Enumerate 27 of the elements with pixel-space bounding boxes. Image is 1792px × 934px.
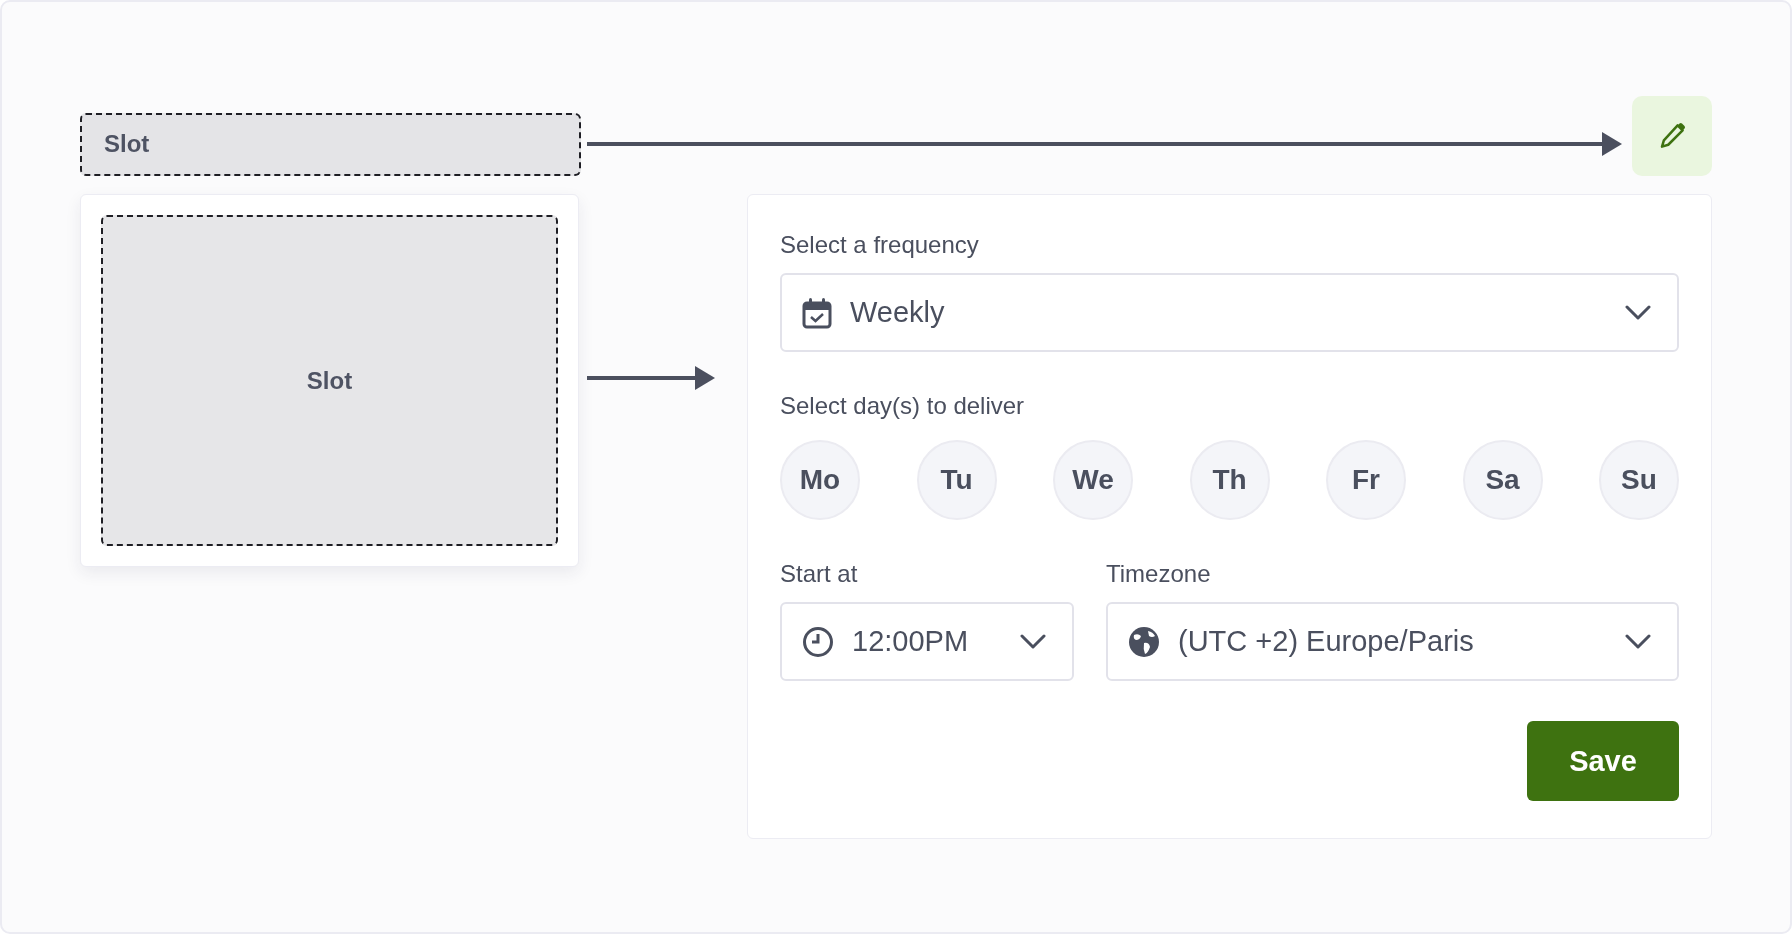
day-toggle[interactable]: Mo bbox=[780, 440, 860, 520]
globe-icon bbox=[1128, 625, 1160, 658]
clock-icon bbox=[802, 625, 834, 658]
frequency-select[interactable]: Weekly bbox=[780, 273, 1679, 352]
day-toggle[interactable]: Tu bbox=[916, 440, 997, 520]
day-toggle[interactable]: Fr bbox=[1326, 440, 1406, 520]
calendar-icon bbox=[802, 296, 832, 329]
chevron-down-icon bbox=[1625, 304, 1651, 321]
slot-label: Slot bbox=[104, 130, 150, 158]
day-toggle[interactable]: Su bbox=[1599, 440, 1679, 520]
field-label: Start at bbox=[780, 560, 859, 588]
edit-button[interactable] bbox=[1632, 96, 1712, 176]
select-value: 12:00PM bbox=[852, 625, 970, 658]
timezone-select[interactable]: (UTC +2) Europe/Paris bbox=[1106, 602, 1679, 681]
time-select[interactable]: 12:00PM bbox=[780, 602, 1074, 681]
select-value: Weekly bbox=[850, 296, 946, 329]
select-value: (UTC +2) Europe/Paris bbox=[1178, 625, 1475, 658]
field-label: Timezone bbox=[1106, 560, 1212, 588]
field-label: Select day(s) to deliver bbox=[780, 392, 1026, 420]
chevron-down-icon bbox=[1020, 633, 1046, 650]
day-toggle[interactable]: Th bbox=[1189, 440, 1270, 520]
field-label: Select a frequency bbox=[780, 231, 980, 259]
chevron-down-icon bbox=[1625, 633, 1651, 650]
slot-label: Slot bbox=[306, 366, 353, 395]
day-toggle[interactable]: We bbox=[1053, 440, 1133, 520]
save-button[interactable]: Save bbox=[1527, 721, 1679, 801]
day-toggle[interactable]: Sa bbox=[1462, 440, 1543, 520]
